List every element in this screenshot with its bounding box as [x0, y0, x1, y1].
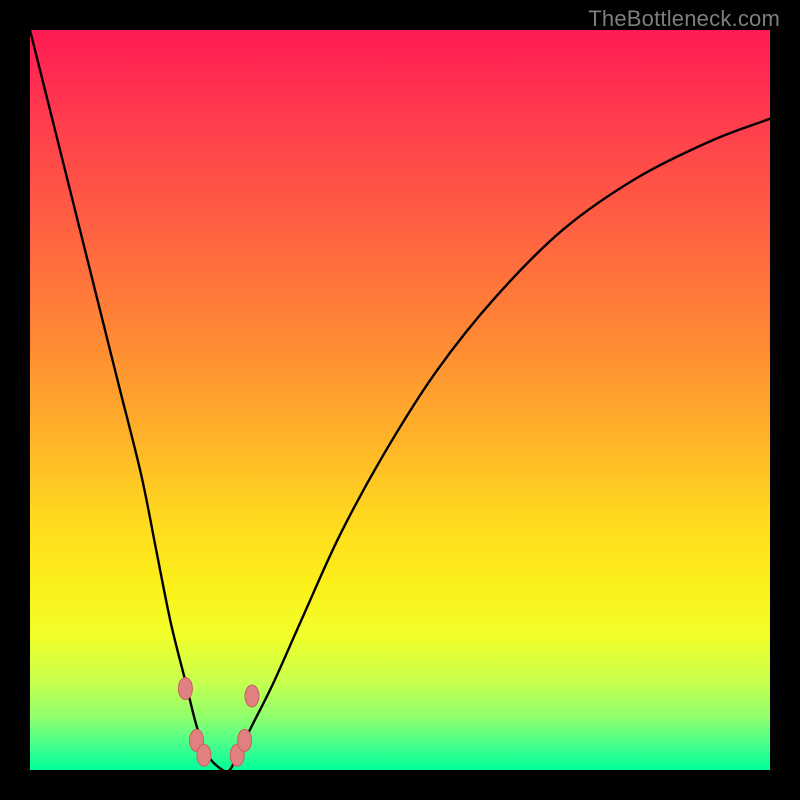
- curve-marker-5: [245, 685, 259, 707]
- curve-layer: [30, 30, 770, 770]
- curve-marker-2: [197, 744, 211, 766]
- watermark-text: TheBottleneck.com: [588, 6, 780, 32]
- bottleneck-curve: [30, 30, 770, 772]
- chart-frame: TheBottleneck.com: [0, 0, 800, 800]
- curve-marker-4: [238, 729, 252, 751]
- curve-marker-0: [178, 678, 192, 700]
- plot-area: [30, 30, 770, 770]
- marker-group: [178, 678, 259, 767]
